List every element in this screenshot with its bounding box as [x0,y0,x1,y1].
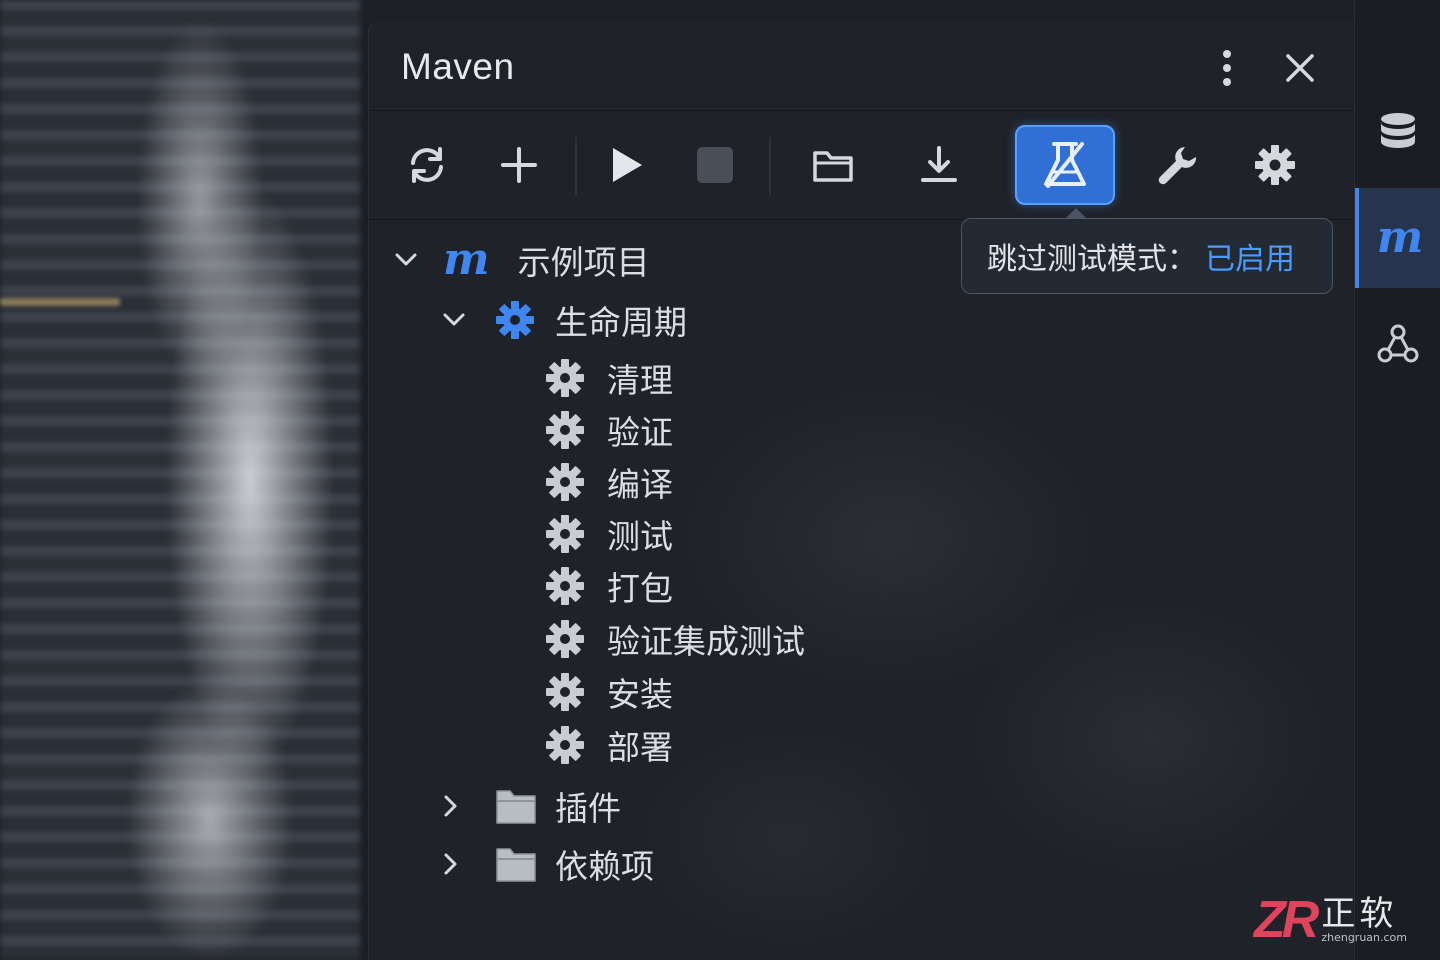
lifecycle-phase-item[interactable]: 测试 [545,508,673,560]
phase-gear-icon [545,566,585,606]
run-button[interactable] [587,125,667,205]
dependencies-folder-icon [495,845,537,883]
reload-icon [411,147,443,183]
execute-goal-button[interactable] [1137,125,1217,205]
close-button[interactable] [1280,48,1320,88]
phase-gear-icon [545,462,585,502]
lifecycle-phase-item[interactable]: 部署 [545,719,673,771]
lifecycle-phase-item[interactable]: 清理 [545,352,673,404]
maven-tool-button[interactable]: m [1355,188,1440,288]
chevron-right-icon[interactable] [435,791,465,821]
run-icon [613,148,642,182]
phase-label: 验证集成测试 [607,622,805,661]
panel-header: Maven [369,22,1353,111]
watermark-text: 正软 zhengruan.com [1321,896,1407,944]
lifecycle-label: 生命周期 [555,303,687,342]
phase-label: 清理 [607,361,673,400]
download-sources-button[interactable] [899,125,979,205]
phase-gear-icon [545,619,585,659]
project-label: 示例项目 [517,243,650,282]
maven-toolbar [369,111,1353,220]
phase-gear-icon [545,725,585,765]
toolbar-separator [575,137,577,195]
maven-m-icon: m [443,234,490,285]
watermark-logo: ZR [1254,891,1319,949]
download-icon [921,146,957,182]
phase-label: 测试 [607,517,673,556]
tooltip-status: 已启用 [1205,242,1295,277]
phase-label: 部署 [607,728,673,767]
stop-icon [697,147,733,183]
skip-tests-tooltip: 跳过测试模式： 已启用 [961,218,1333,294]
maven-icon: m [1376,212,1424,263]
structure-tool-button[interactable] [1355,294,1440,394]
phase-gear-icon [545,358,585,398]
add-project-button[interactable] [479,125,559,205]
watermark-url: zhengruan.com [1321,931,1407,944]
wrench-icon [1158,147,1197,185]
tree-plugins-node[interactable]: 插件 [435,780,621,832]
watermark-name: 正软 [1321,894,1398,934]
phase-gear-icon [545,410,585,450]
phase-label: 打包 [607,569,673,608]
reload-projects-button[interactable] [387,125,467,205]
tooltip-arrow [1066,208,1086,218]
editor-highlight-line [0,298,120,306]
chevron-down-icon[interactable] [439,305,469,335]
phase-gear-icon [545,672,585,712]
database-tool-button[interactable] [1355,82,1440,182]
more-options-button[interactable] [1207,48,1247,88]
phase-label: 验证 [607,413,673,452]
chevron-down-icon[interactable] [391,245,421,275]
tree-dependencies-node[interactable]: 依赖项 [435,838,654,890]
tree-lifecycle-node[interactable]: 生命周期 [439,294,687,346]
add-icon [501,147,537,183]
skip-tests-icon [1044,142,1086,188]
plugins-label: 插件 [555,789,621,828]
lifecycle-phase-item[interactable]: 编译 [545,456,673,508]
phase-label: 编译 [607,465,673,504]
dependencies-label: 依赖项 [555,847,654,886]
database-icon [1381,113,1415,148]
lifecycle-phase-item[interactable]: 打包 [545,560,673,612]
phase-gear-icon [545,514,585,554]
folder-icon [813,151,853,182]
open-folder-button[interactable] [793,125,873,205]
tree-project-node[interactable]: m 示例项目 [391,234,650,286]
maven-settings-button[interactable] [1235,125,1315,205]
skip-tests-toggle[interactable] [1015,125,1115,205]
right-tool-strip: m [1354,0,1440,960]
toolbar-separator [769,137,771,195]
chevron-right-icon[interactable] [435,849,465,879]
stop-button[interactable] [675,125,755,205]
lifecycle-phase-item[interactable]: 安装 [545,666,673,718]
tooltip-text: 跳过测试模式： [987,242,1197,277]
plugins-folder-icon [495,787,537,825]
lifecycle-phase-item[interactable]: 验证集成测试 [545,613,805,665]
watermark: ZR 正软 zhengruan.com [1254,890,1434,950]
panel-title: Maven [401,46,515,87]
close-icon [1286,54,1314,82]
phase-label: 安装 [607,675,673,714]
blurred-editor-background [0,0,360,960]
lifecycle-phase-item[interactable]: 验证 [545,404,673,456]
lifecycle-gear-icon [495,300,535,340]
settings-icon [1255,145,1295,185]
vertical-ellipsis-icon [1223,50,1231,86]
maven-tool-window: Maven 跳过测试模式： 已启用 m 示例项目 生命周期 清理 验证 编译 测… [368,22,1353,960]
structure-graph-icon [1377,324,1419,363]
